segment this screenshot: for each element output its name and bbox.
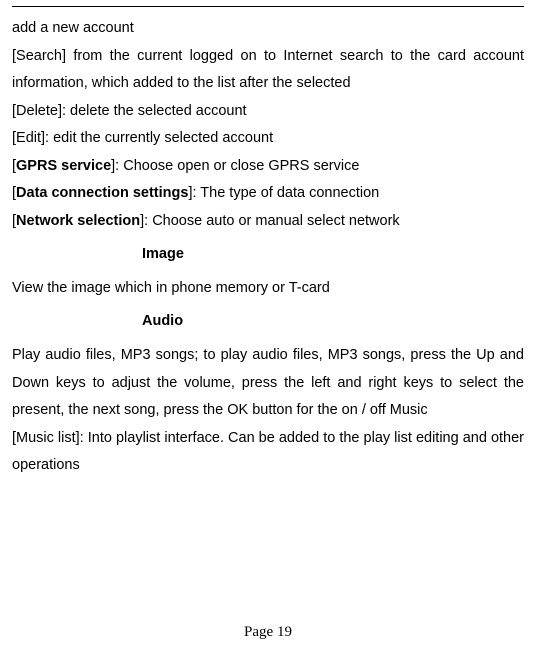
top-divider (12, 6, 524, 7)
text-line-search: [Search] from the current logged on to I… (12, 43, 524, 98)
text-line-add-account: add a new account (12, 15, 524, 43)
audio-section-para1: Play audio files, MP3 songs; to play aud… (12, 342, 524, 425)
gprs-service-desc: ]: Choose open or close GPRS service (111, 158, 359, 174)
data-connection-label: Data connection settings (16, 185, 188, 201)
text-line-gprs: [GPRS service]: Choose open or close GPR… (12, 153, 524, 181)
text-line-edit: [Edit]: edit the currently selected acco… (12, 125, 524, 153)
audio-section-para2: [Music list]: Into playlist interface. C… (12, 425, 524, 480)
page-number: Page 19 (0, 624, 536, 641)
gprs-service-label: GPRS service (16, 158, 111, 174)
network-selection-desc: ]: Choose auto or manual select network (140, 213, 400, 229)
text-line-data-connection: [Data connection settings]: The type of … (12, 180, 524, 208)
document-body: add a new account [Search] from the curr… (12, 15, 524, 480)
data-connection-desc: ]: The type of data connection (188, 185, 379, 201)
heading-image: Image (142, 241, 524, 269)
text-line-network-selection: [Network selection]: Choose auto or manu… (12, 208, 524, 236)
network-selection-label: Network selection (16, 213, 140, 229)
heading-audio: Audio (142, 308, 524, 336)
image-section-text: View the image which in phone memory or … (12, 275, 524, 303)
text-line-delete: [Delete]: delete the selected account (12, 98, 524, 126)
